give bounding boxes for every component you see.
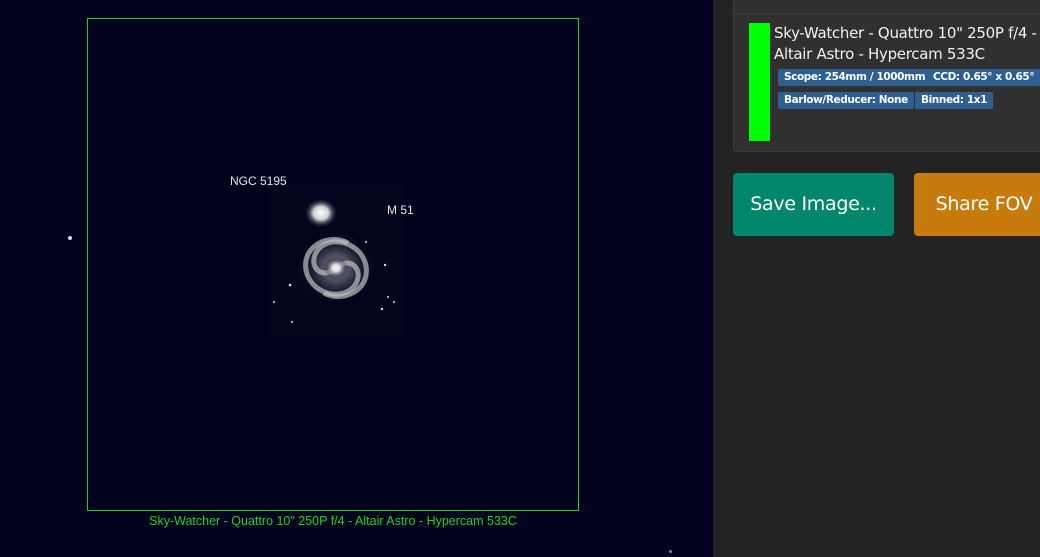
barlow-badge: Barlow/Reducer: None bbox=[778, 92, 914, 109]
star bbox=[68, 236, 72, 240]
fov-caption: Sky-Watcher - Quattro 10" 250P f/4 - Alt… bbox=[149, 514, 517, 528]
sky-view[interactable]: NGC 5195 M 51 Sky-Watcher - Quattro 10" … bbox=[0, 0, 713, 557]
equipment-card[interactable]: Sky-Watcher - Quattro 10" 250P f/4 - Alt… bbox=[733, 0, 1040, 152]
ccd-badge: CCD: 0.65° x 0.65° bbox=[927, 69, 1040, 86]
object-label-ngc5195[interactable]: NGC 5195 bbox=[230, 174, 287, 188]
scope-badge: Scope: 254mm / 1000mm bbox=[778, 69, 932, 86]
equipment-title: Sky-Watcher - Quattro 10" 250P f/4 - Alt… bbox=[774, 24, 1037, 63]
galaxy-image bbox=[270, 185, 405, 335]
fov-color-swatch[interactable] bbox=[749, 23, 770, 141]
equipment-panel: Sky-Watcher - Quattro 10" 250P f/4 - Alt… bbox=[713, 0, 1040, 557]
star bbox=[669, 550, 672, 553]
object-label-m51[interactable]: M 51 bbox=[387, 203, 414, 217]
binned-badge: Binned: 1x1 bbox=[915, 92, 994, 109]
share-fov-button[interactable]: Share FOV bbox=[914, 173, 1040, 236]
save-image-button[interactable]: Save Image... bbox=[733, 173, 894, 236]
card-divider bbox=[734, 13, 1040, 14]
